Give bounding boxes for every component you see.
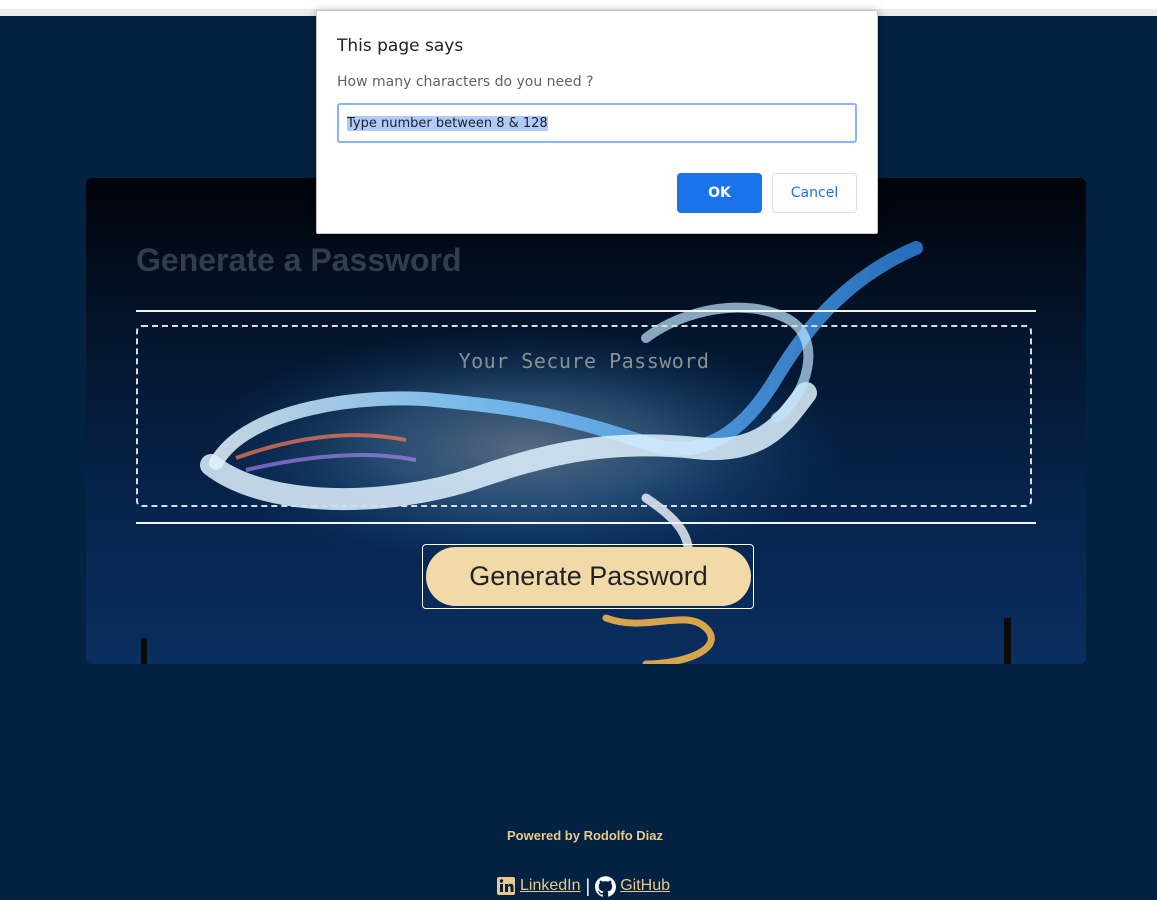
linkedin-link[interactable]: LinkedIn bbox=[520, 877, 581, 895]
github-link[interactable]: GitHub bbox=[620, 877, 670, 895]
password-output[interactable] bbox=[136, 325, 1032, 507]
linkedin-icon[interactable] bbox=[496, 876, 516, 896]
page-title: Generate a Password bbox=[136, 242, 462, 278]
github-icon[interactable] bbox=[595, 875, 617, 897]
footer-credit: Powered by Rodolfo Diaz bbox=[506, 828, 663, 843]
footer-links: LinkedIn | GitHub bbox=[496, 874, 670, 898]
password-card: Generate a Password Generate Password bbox=[86, 178, 1086, 664]
prompt-dialog: This page says How many characters do yo… bbox=[316, 10, 878, 234]
ok-button[interactable]: OK bbox=[677, 173, 762, 213]
top-divider bbox=[136, 310, 1036, 312]
browser-top-strip bbox=[0, 0, 1157, 9]
character-count-input[interactable] bbox=[337, 103, 857, 143]
generate-password-button[interactable]: Generate Password bbox=[426, 547, 751, 606]
dialog-message: How many characters do you need ? bbox=[337, 74, 594, 90]
dialog-title: This page says bbox=[337, 36, 464, 56]
generate-button-frame: Generate Password bbox=[422, 544, 754, 609]
bottom-divider bbox=[136, 522, 1036, 524]
cancel-button[interactable]: Cancel bbox=[772, 173, 857, 213]
footer-separator: | bbox=[585, 875, 591, 896]
